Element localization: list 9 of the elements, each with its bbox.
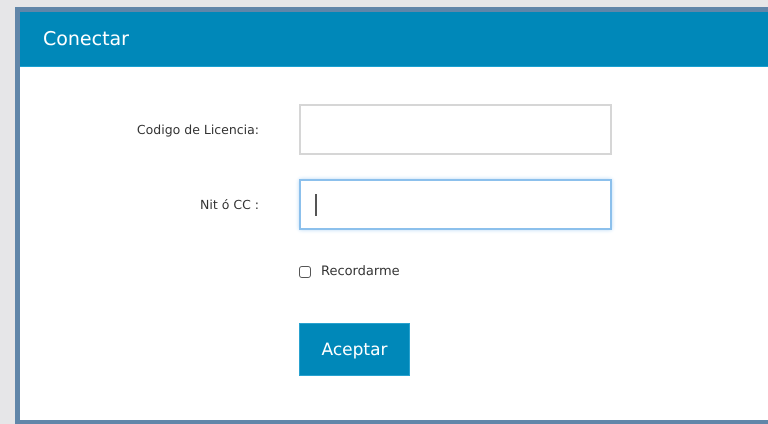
dialog-title: Conectar bbox=[43, 28, 129, 50]
input-field[interactable] bbox=[299, 104, 612, 155]
checkbox[interactable] bbox=[299, 266, 311, 278]
checkbox-label[interactable]: Recordarme bbox=[321, 264, 400, 279]
field-label: Codigo de Licencia: bbox=[136, 122, 259, 137]
field-label: Nit ó CC : bbox=[200, 197, 259, 212]
accept-button[interactable]: Aceptar bbox=[299, 323, 410, 376]
input-field[interactable] bbox=[299, 179, 612, 230]
text-cursor bbox=[315, 194, 317, 216]
